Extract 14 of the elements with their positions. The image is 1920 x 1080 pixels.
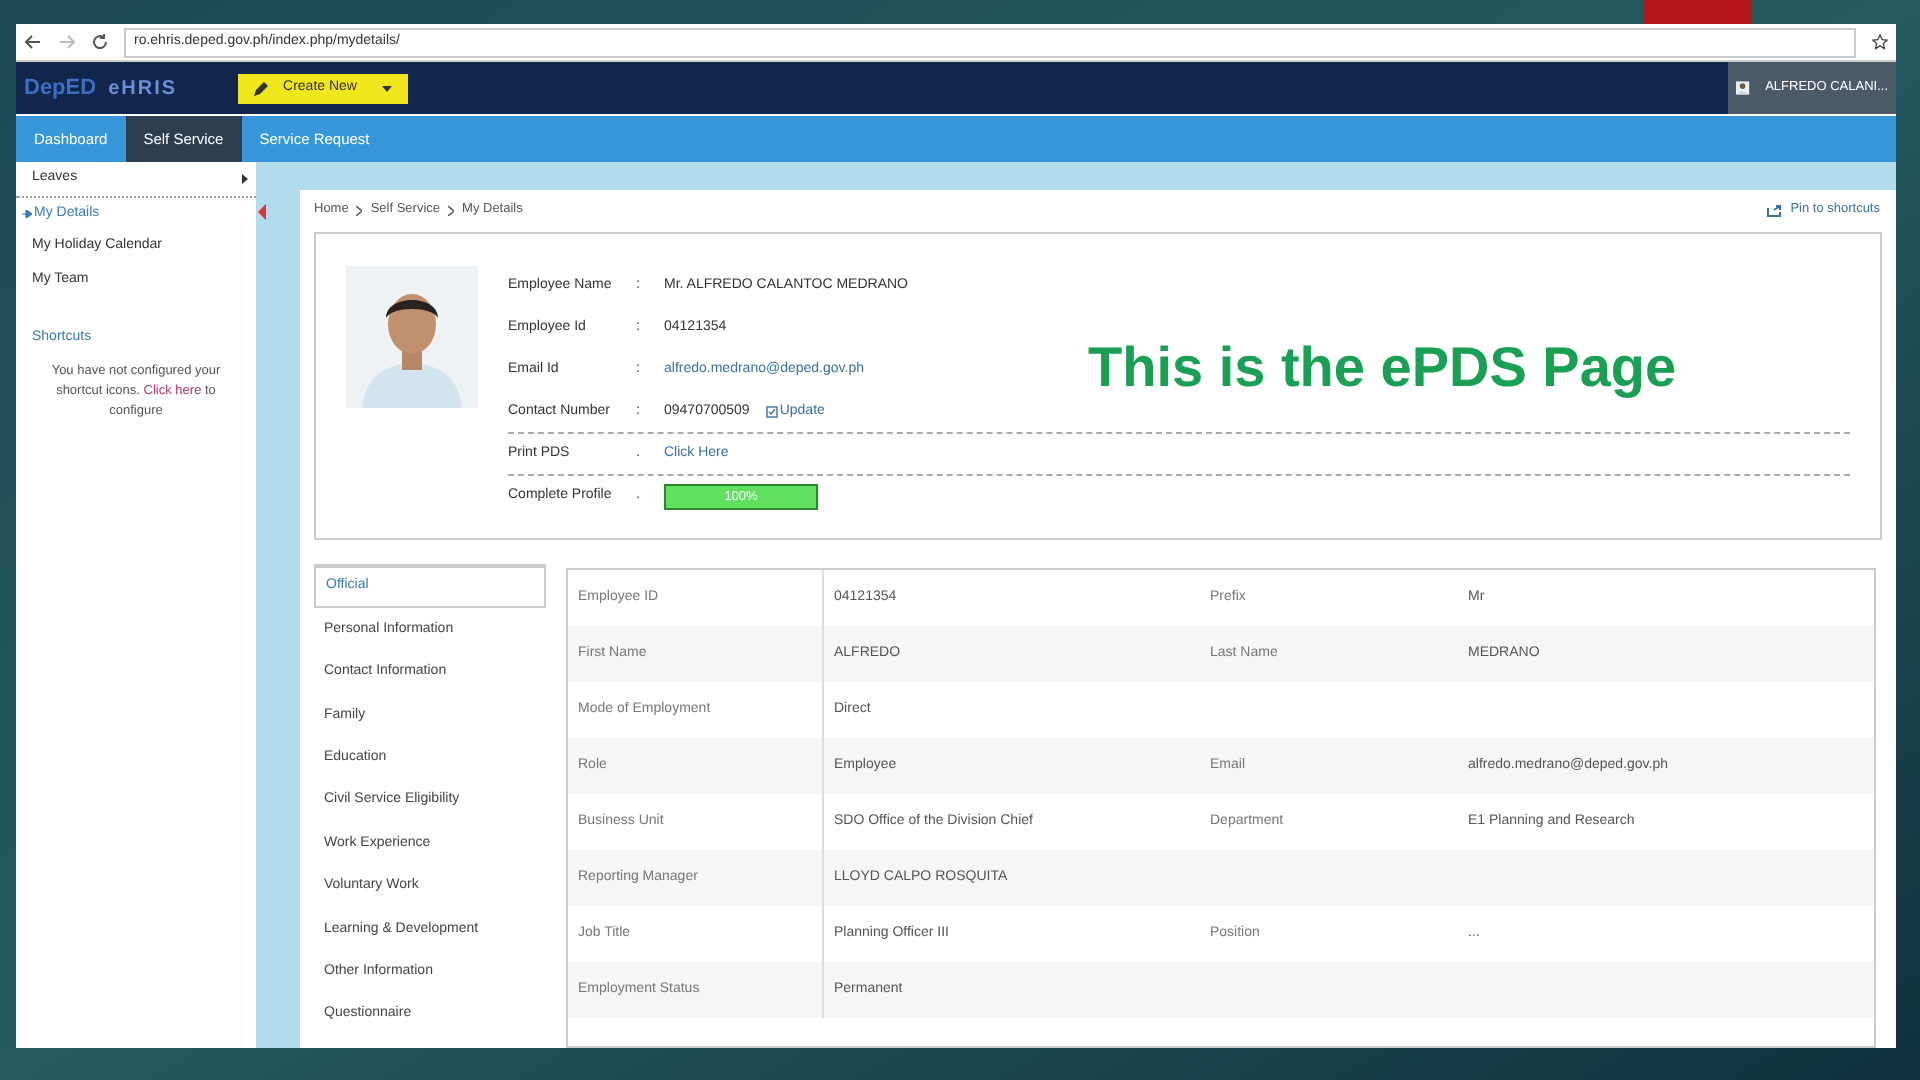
slide-caption: This is the ePDS Page (1088, 334, 1677, 402)
share-icon[interactable] (1766, 203, 1783, 217)
slide-accent (1644, 0, 1752, 24)
chevron-icon (448, 205, 455, 215)
caret-icon (381, 85, 392, 91)
pencil-icon (253, 81, 268, 95)
arrow-icon (22, 210, 32, 218)
logo: DepED (24, 73, 97, 104)
reload-icon[interactable] (92, 34, 108, 50)
chevron-icon (356, 205, 363, 215)
logo: eHRIS (108, 75, 178, 103)
star-icon[interactable] (1872, 34, 1888, 50)
back-icon[interactable] (24, 34, 42, 50)
edit-icon (765, 406, 778, 418)
